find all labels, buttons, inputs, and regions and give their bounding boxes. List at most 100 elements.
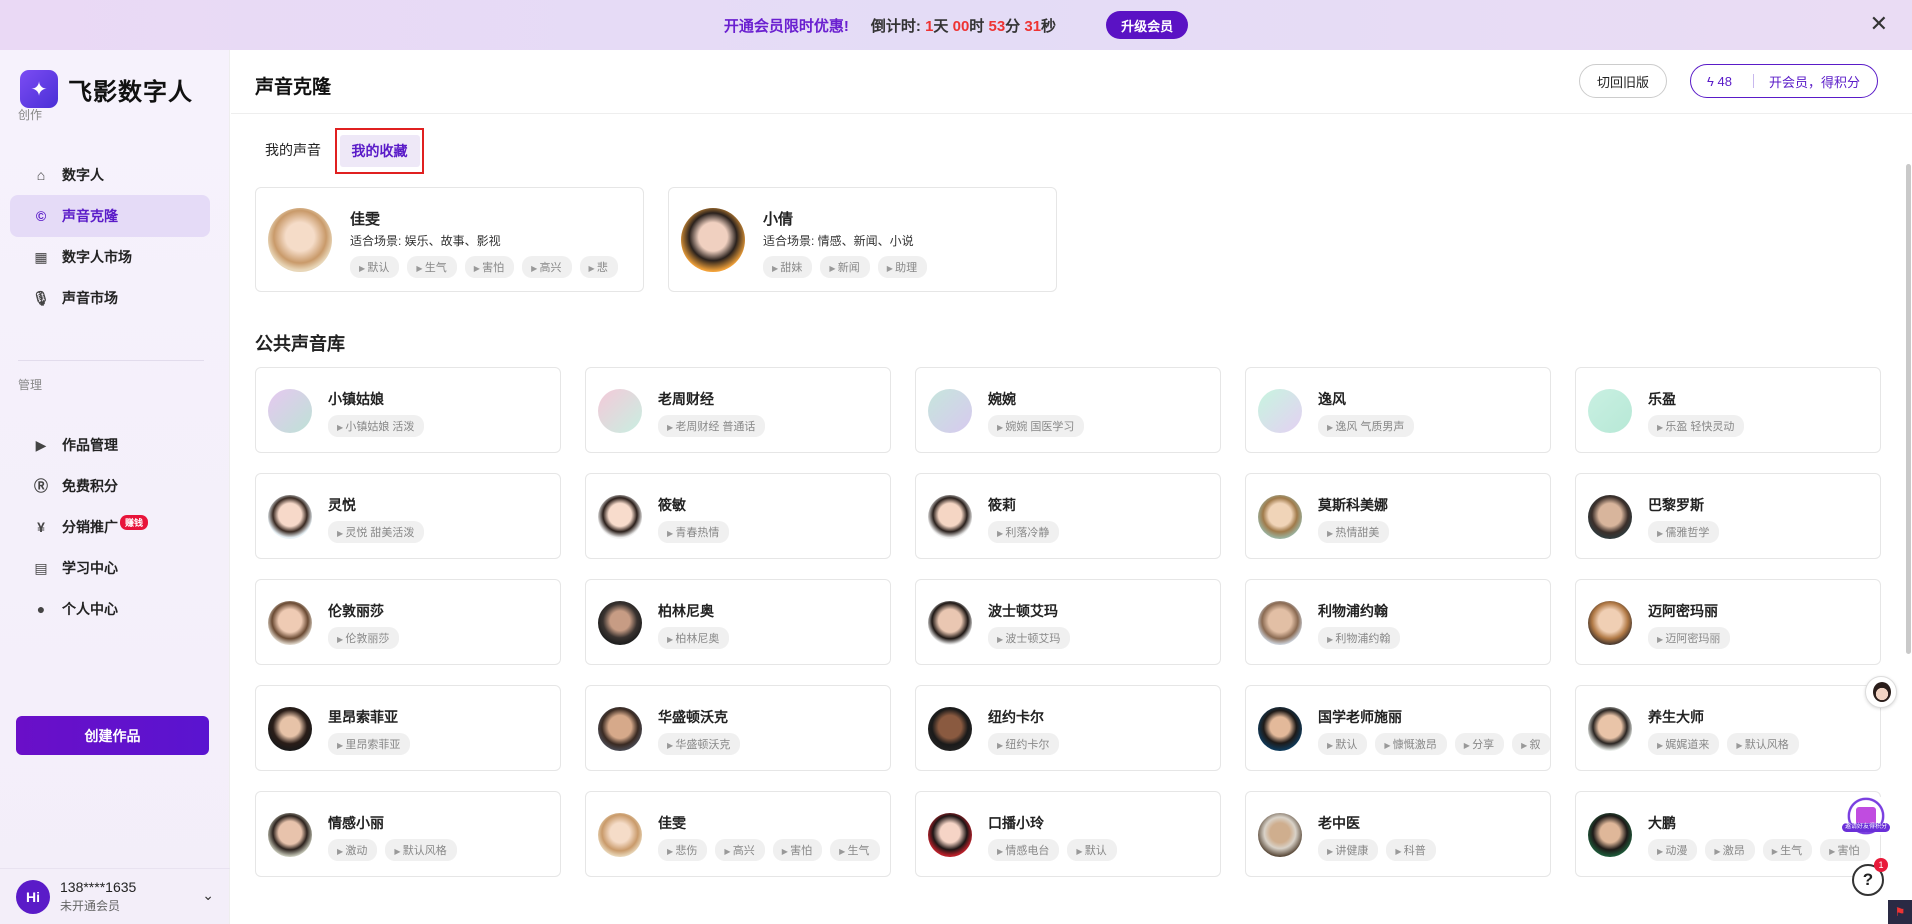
voice-card[interactable]: 老中医讲健康科普 — [1245, 791, 1551, 877]
voice-tag-play[interactable]: 激昂 — [1705, 839, 1755, 861]
sidebar-item-1[interactable]: © 声音克隆 — [10, 195, 210, 237]
voice-tag-play[interactable]: 纽约卡尔 — [988, 733, 1060, 755]
voice-tag-play[interactable]: 默认 — [1318, 733, 1368, 755]
voice-tag-play[interactable]: 甜妹 — [763, 256, 813, 278]
sidebar-item-0[interactable]: ▶ 作品管理 — [10, 424, 210, 466]
sidebar-item-3[interactable]: ▤ 学习中心 — [10, 547, 210, 589]
old-version-button[interactable]: 切回旧版 — [1579, 64, 1667, 98]
voice-tag-play[interactable]: 波士顿艾玛 — [988, 627, 1071, 649]
voice-tag-play[interactable]: 生气 — [1762, 839, 1813, 861]
voice-tag-play[interactable]: 利物浦约翰 — [1318, 627, 1401, 649]
voice-card[interactable]: 养生大师娓娓道来默认风格 — [1575, 685, 1881, 771]
voice-tag-play[interactable]: 助理 — [877, 256, 928, 278]
voice-tag-play[interactable]: 默认风格 — [385, 839, 457, 861]
voice-card[interactable]: 婉婉婉婉 国医学习 — [915, 367, 1221, 453]
voice-card[interactable]: 小镇姑娘小镇姑娘 活泼 — [255, 367, 561, 453]
voice-tag-play[interactable]: 乐盈 轻快灵动 — [1648, 415, 1745, 437]
voice-card[interactable]: 佳雯悲伤高兴害怕生气 — [585, 791, 891, 877]
voice-tag-play[interactable]: 悲 — [579, 256, 618, 278]
voice-tag-play[interactable]: 里昂索菲亚 — [328, 733, 411, 755]
voice-tag-play[interactable]: 生气 — [407, 256, 457, 278]
voice-card[interactable]: 筱莉利落冷静 — [915, 473, 1221, 559]
voice-tag-play[interactable]: 慷慨激昂 — [1375, 733, 1447, 755]
voice-tag-play[interactable]: 默认 — [350, 256, 400, 278]
favorite-voice-card[interactable]: 佳雯适合场景: 娱乐、故事、影视默认生气害怕高兴悲 — [255, 187, 644, 292]
voice-tag-play[interactable]: 讲健康 — [1318, 839, 1379, 861]
voice-tag-play[interactable]: 利落冷静 — [988, 521, 1060, 543]
voice-tag-play[interactable]: 老周财经 普通话 — [658, 415, 766, 437]
voice-tag-play[interactable]: 叙 — [1512, 733, 1550, 755]
voice-card[interactable]: 筱敏青春热情 — [585, 473, 891, 559]
create-work-button[interactable]: 创建作品 — [16, 716, 209, 755]
voice-tag-play[interactable]: 害怕 — [772, 839, 823, 861]
voice-tag-play[interactable]: 柏林尼奥 — [658, 627, 730, 649]
scrollbar[interactable] — [1904, 114, 1912, 654]
voice-card[interactable]: 乐盈乐盈 轻快灵动 — [1575, 367, 1881, 453]
voice-card[interactable]: 情感小丽激动默认风格 — [255, 791, 561, 877]
voice-tag-play[interactable]: 青春热情 — [658, 521, 730, 543]
voice-card[interactable]: 国学老师施丽默认慷慨激昂分享叙 — [1245, 685, 1551, 771]
voice-card[interactable]: 口播小玲情感电台默认 — [915, 791, 1221, 877]
voice-tag-play[interactable]: 科普 — [1386, 839, 1436, 861]
sidebar-item-1[interactable]: Ⓡ 免费积分 — [10, 465, 210, 507]
voice-tag-play[interactable]: 默认风格 — [1727, 733, 1799, 755]
voice-card[interactable]: 华盛顿沃克华盛顿沃克 — [585, 685, 891, 771]
voice-card[interactable]: 迈阿密玛丽迈阿密玛丽 — [1575, 579, 1881, 665]
voice-tag-play[interactable]: 儒雅哲学 — [1648, 521, 1720, 543]
voice-card[interactable]: 利物浦约翰利物浦约翰 — [1245, 579, 1551, 665]
tab-my-favorites[interactable]: 我的收藏 — [335, 128, 424, 174]
help-button[interactable]: ? 1 — [1852, 858, 1888, 896]
voice-tag-play[interactable]: 新闻 — [820, 256, 870, 278]
voice-tag-play[interactable]: 高兴 — [522, 256, 572, 278]
voice-tag-play[interactable]: 逸风 气质男声 — [1318, 415, 1415, 437]
voice-card[interactable]: 巴黎罗斯儒雅哲学 — [1575, 473, 1881, 559]
tab-my-voices[interactable]: 我的声音 — [255, 130, 331, 170]
sidebar-item-0[interactable]: ⌂ 数字人 — [10, 154, 210, 196]
voice-tag-play[interactable]: 动漫 — [1648, 839, 1698, 861]
voice-tag-play[interactable]: 热情甜美 — [1318, 521, 1390, 543]
brand-logo[interactable]: ✦ 飞影数字人 — [20, 70, 193, 108]
voice-tag-play[interactable]: 高兴 — [715, 839, 765, 861]
voice-card[interactable]: 柏林尼奥柏林尼奥 — [585, 579, 891, 665]
voice-tag-play[interactable]: 灵悦 甜美活泼 — [328, 521, 425, 543]
voice-tag-play[interactable]: 华盛顿沃克 — [658, 733, 741, 755]
voice-tag-play[interactable]: 婉婉 国医学习 — [988, 415, 1085, 437]
sidebar-item-2[interactable]: ¥ 分销推广 赚钱 — [10, 506, 210, 548]
invite-gift-button[interactable]: 邀请好友得积分 — [1840, 793, 1892, 839]
voice-tag-play[interactable]: 迈阿密玛丽 — [1648, 627, 1731, 649]
voice-tag-play[interactable]: 情感电台 — [988, 839, 1060, 861]
voice-tag-play[interactable]: 默认 — [1067, 839, 1117, 861]
close-icon[interactable]: ✕ — [1870, 13, 1888, 35]
voice-card[interactable]: 波士顿艾玛波士顿艾玛 — [915, 579, 1221, 665]
chevron-down-icon[interactable]: ⌄ — [202, 887, 214, 904]
voice-tag-play[interactable]: 娓娓道来 — [1648, 733, 1720, 755]
voice-card[interactable]: 纽约卡尔纽约卡尔 — [915, 685, 1221, 771]
voice-name: 灵悦 — [328, 497, 356, 513]
points-icon: Ⓡ — [34, 478, 48, 494]
voice-card[interactable]: 莫斯科美娜热情甜美 — [1245, 473, 1551, 559]
voice-tag-play[interactable]: 小镇姑娘 活泼 — [328, 415, 425, 437]
voice-tag-play[interactable]: 害怕 — [464, 256, 515, 278]
sidebar-item-2[interactable]: ▦ 数字人市场 — [10, 236, 210, 278]
voice-tag-play[interactable]: 伦敦丽莎 — [328, 627, 400, 649]
voice-card[interactable]: 伦敦丽莎伦敦丽莎 — [255, 579, 561, 665]
voice-tag-play[interactable]: 激动 — [328, 839, 378, 861]
voice-tag-play[interactable]: 害怕 — [1820, 839, 1870, 861]
voice-card[interactable]: 老周财经老周财经 普通话 — [585, 367, 891, 453]
sidebar-item-3[interactable]: 🎙 声音市场 — [10, 277, 210, 319]
voice-card[interactable]: 逸风逸风 气质男声 — [1245, 367, 1551, 453]
voice-card[interactable]: 大鹏动漫激昂生气害怕 — [1575, 791, 1881, 877]
assistant-avatar-button[interactable] — [1865, 676, 1897, 708]
voice-tag-play[interactable]: 悲伤 — [658, 839, 708, 861]
voice-card[interactable]: 灵悦灵悦 甜美活泼 — [255, 473, 561, 559]
sidebar-item-4[interactable]: ● 个人中心 — [10, 588, 210, 630]
voice-tag-play[interactable]: 分享 — [1454, 733, 1505, 755]
upgrade-button[interactable]: 升级会员 — [1106, 11, 1189, 39]
voice-tag-play[interactable]: 生气 — [830, 839, 880, 861]
flag-icon[interactable]: ⚑ — [1888, 900, 1912, 924]
voice-card[interactable]: 里昂索菲亚里昂索菲亚 — [255, 685, 561, 771]
user-panel[interactable]: Hi 138****1635 未开通会员 ⌄ — [0, 868, 230, 924]
scrollbar-thumb[interactable] — [1906, 164, 1911, 654]
points-button[interactable]: ϟ 48 开会员，得积分 — [1690, 64, 1878, 98]
favorite-voice-card[interactable]: 小倩适合场景: 情感、新闻、小说甜妹新闻助理 — [668, 187, 1057, 292]
